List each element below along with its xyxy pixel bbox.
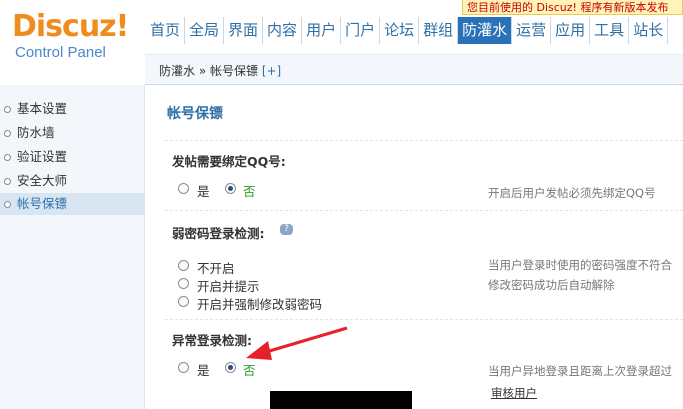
sidebar-item-security-master[interactable]: 安全大师 [0, 170, 145, 192]
sidebar-item-label: 帐号保镖 [17, 196, 68, 211]
abnormal-login-no-label: 否 [243, 363, 256, 378]
qq-binding-description: 开启后用户发帖必须先绑定QQ号 [488, 186, 656, 200]
weak-password-description: 当用户登录时使用的密码强度不符合 [488, 258, 672, 272]
qq-binding-label: 发帖需要绑定QQ号: [172, 154, 286, 169]
breadcrumb-add-link[interactable]: [+] [262, 64, 281, 78]
nav-apps[interactable]: 应用 [551, 17, 591, 44]
bullet-icon [4, 178, 11, 185]
nav-forum[interactable]: 论坛 [380, 17, 420, 44]
logo[interactable]: Discuz! Control Panel [0, 0, 145, 85]
weak-password-force-label: 开启并强制修改弱密码 [197, 297, 323, 312]
nav-content[interactable]: 内容 [263, 17, 303, 44]
divider [165, 319, 683, 320]
main-panel: 帐号保镖 发帖需要绑定QQ号: 是 否 开启后用户发帖必须先绑定QQ号 弱密码登… [145, 85, 683, 409]
divider [165, 210, 683, 211]
update-notice[interactable]: 您目前使用的 Discuz! 程序有新版本发布 [462, 0, 683, 15]
bullet-icon [4, 201, 11, 208]
top-nav: 首页 全局 界面 内容 用户 门户 论坛 群组 防灌水 运营 应用 工具 站长 [146, 17, 683, 44]
weak-password-prompt-label: 开启并提示 [197, 279, 260, 294]
weak-password-description-2: 修改密码成功后自动解除 [488, 278, 615, 292]
nav-antispam[interactable]: 防灌水 [458, 17, 513, 44]
nav-groups[interactable]: 群组 [419, 17, 459, 44]
nav-admin[interactable]: 站长 [629, 17, 669, 44]
abnormal-login-description: 当用户异地登录且距离上次登录超过 [488, 364, 672, 378]
logo-subtitle: Control Panel [15, 44, 106, 61]
sidebar-item-verification[interactable]: 验证设置 [0, 146, 145, 168]
sidebar-item-firewall[interactable]: 防水墙 [0, 122, 145, 144]
sidebar-item-label: 安全大师 [17, 173, 68, 188]
header: Discuz! Control Panel 您目前使用的 Discuz! 程序有… [0, 0, 683, 85]
nav-portal[interactable]: 门户 [341, 17, 381, 44]
abnormal-login-yes-label: 是 [197, 363, 210, 378]
qq-binding-no-label: 否 [243, 184, 256, 199]
nav-users[interactable]: 用户 [302, 17, 342, 44]
abnormal-login-yes-radio[interactable] [178, 362, 189, 373]
breadcrumb-text: 防灌水 » 帐号保镖 [159, 64, 258, 78]
divider [165, 140, 683, 141]
sidebar-item-label: 基本设置 [17, 101, 68, 116]
sub-bar: 防灌水 » 帐号保镖 [+] [145, 54, 683, 85]
nav-home[interactable]: 首页 [146, 17, 186, 44]
review-users-link[interactable]: 审核用户 [491, 385, 537, 401]
sidebar: 基本设置 防水墙 验证设置 安全大师 帐号保镖 [0, 85, 145, 409]
sidebar-item-basic-settings[interactable]: 基本设置 [0, 98, 145, 120]
abnormal-login-no-radio[interactable] [225, 362, 236, 373]
bullet-icon [4, 130, 11, 137]
abnormal-login-label: 异常登录检测: [172, 333, 252, 348]
nav-interface[interactable]: 界面 [224, 17, 264, 44]
weak-password-label: 弱密码登录检测: [172, 226, 265, 241]
page-title: 帐号保镖 [167, 106, 223, 122]
nav-tools[interactable]: 工具 [590, 17, 630, 44]
qq-binding-yes-radio[interactable] [178, 183, 189, 194]
weak-password-prompt-radio[interactable] [178, 278, 189, 289]
qq-binding-no-radio[interactable] [225, 183, 236, 194]
nav-operations[interactable]: 运营 [512, 17, 552, 44]
weak-password-off-label: 不开启 [197, 261, 235, 276]
redacted-block [270, 391, 412, 409]
weak-password-force-radio[interactable] [178, 296, 189, 307]
help-icon[interactable]: ? [280, 224, 293, 235]
bullet-icon [4, 154, 11, 161]
breadcrumb: 防灌水 » 帐号保镖 [+] [159, 62, 281, 79]
sidebar-item-label: 验证设置 [17, 149, 68, 164]
bullet-icon [4, 106, 11, 113]
logo-brand: Discuz! [12, 9, 129, 44]
weak-password-off-radio[interactable] [178, 260, 189, 271]
sidebar-item-label: 防水墙 [17, 125, 55, 140]
nav-global[interactable]: 全局 [185, 17, 225, 44]
qq-binding-yes-label: 是 [197, 184, 210, 199]
sidebar-item-account-guard[interactable]: 帐号保镖 [0, 193, 145, 215]
